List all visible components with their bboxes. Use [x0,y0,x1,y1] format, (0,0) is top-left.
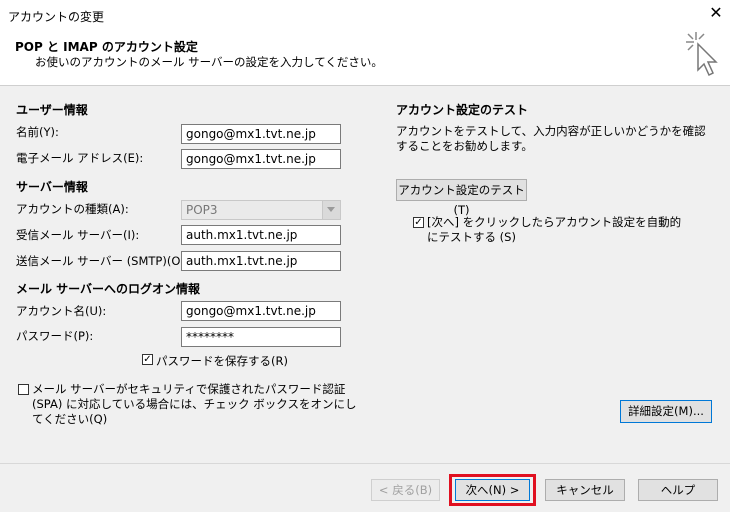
password-field[interactable]: ******** [181,327,341,347]
advanced-settings-button[interactable]: 詳細設定(M)... [620,400,712,423]
email-label: 電子メール アドレス(E): [16,151,144,165]
incoming-server-field[interactable]: auth.mx1.tvt.ne.jp [181,225,341,245]
account-type-value: POP3 [186,203,218,217]
account-name-label: アカウント名(U): [16,304,107,318]
remember-password-label: パスワードを保存する(R) [156,354,288,368]
server-info-heading: サーバー情報 [16,180,88,194]
password-label: パスワード(P): [16,329,94,343]
incoming-server-label: 受信メール サーバー(I): [16,228,140,242]
window-title: アカウントの変更 [8,10,105,24]
name-field[interactable]: gongo@mx1.tvt.ne.jp [181,124,341,144]
auto-test-checkbox[interactable]: ✓ [413,217,424,228]
name-label: 名前(Y): [16,125,59,139]
wizard-cursor-icon [686,32,718,77]
help-button[interactable]: ヘルプ [638,479,718,501]
close-icon[interactable]: ✕ [705,2,727,24]
header-subtitle: お使いのアカウントのメール サーバーの設定を入力してください。 [35,55,383,69]
account-type-select: POP3 [181,200,341,220]
account-type-label: アカウントの種類(A): [16,202,129,216]
remember-password-checkbox[interactable]: ✓ [142,354,153,365]
next-button-highlight [449,474,536,506]
auto-test-label: [次へ] をクリックしたらアカウント設定を自動的にテストする (S) [427,215,682,244]
footer-divider [0,463,730,464]
outgoing-server-field[interactable]: auth.mx1.tvt.ne.jp [181,251,341,271]
header-title: POP と IMAP のアカウント設定 [15,40,198,54]
back-button[interactable]: < 戻る(B) [371,479,440,501]
user-info-heading: ユーザー情報 [16,103,88,117]
chevron-down-icon [322,201,340,219]
account-name-field[interactable]: gongo@mx1.tvt.ne.jp [181,301,341,321]
test-account-button[interactable]: アカウント設定のテスト(T) [396,179,527,217]
cancel-button[interactable]: キャンセル [545,479,625,501]
spa-checkbox[interactable] [18,384,29,395]
email-field[interactable]: gongo@mx1.tvt.ne.jp [181,149,341,169]
logon-info-heading: メール サーバーへのログオン情報 [16,282,201,296]
spa-label: メール サーバーがセキュリティで保護されたパスワード認証 (SPA) に対応して… [32,382,357,426]
outgoing-server-label: 送信メール サーバー (SMTP)(O): [16,254,189,268]
test-description: アカウントをテストして、入力内容が正しいかどうかを確認することをお勧めします。 [396,124,706,153]
test-heading: アカウント設定のテスト [396,103,529,117]
